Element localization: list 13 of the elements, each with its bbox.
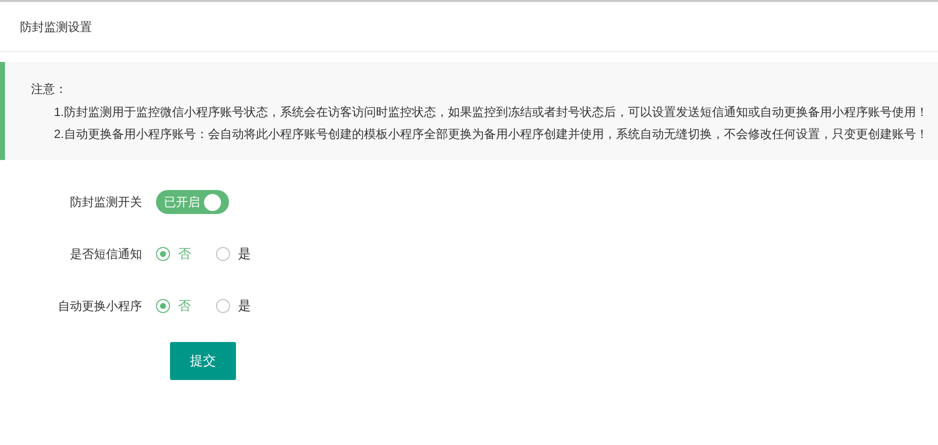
- field-label: 是否短信通知: [69, 246, 143, 263]
- radio-option[interactable]: 是: [216, 244, 256, 264]
- radio-option[interactable]: 是: [216, 296, 256, 316]
- radio-option[interactable]: 否: [156, 244, 196, 264]
- toggle-switch[interactable]: 已开启: [156, 190, 229, 214]
- notice-title: 注意：: [31, 81, 68, 98]
- notice-item: 1.防封监测用于监控微信小程序账号状态，系统会在访客访问时监控状态，如果监控到冻结或者封号状态后，可以设置发送短信通知或自动更换备用小程序账号使用！: [53, 104, 930, 121]
- field-label: 防封监测开关: [69, 194, 143, 211]
- notice-item: 2.自动更换备用小程序账号：会自动将此小程序账号创建的模板小程序全部更换为备用小程序创建并使用，系统自动无缝切换，不会修改任何设置，只变更创建账号！: [53, 126, 930, 143]
- submit-button[interactable]: 提交: [170, 342, 236, 380]
- radio-option[interactable]: 否: [156, 296, 196, 316]
- field-label: 自动更换小程序: [57, 298, 143, 315]
- page-title: 防封监测设置: [20, 18, 92, 36]
